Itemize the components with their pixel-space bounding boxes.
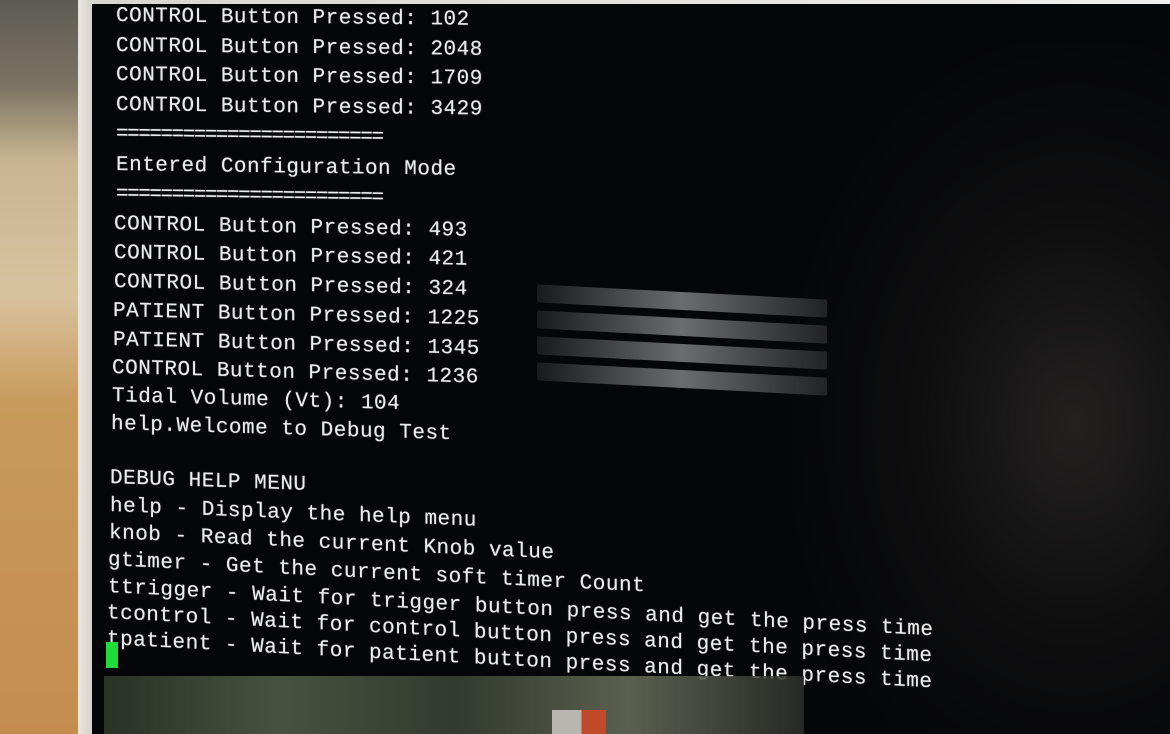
terminal-window[interactable]: CONTROL Button Pressed: 102 CONTROL Butt… [92,4,1170,734]
terminal-line: CONTROL Button Pressed: 324 [114,271,468,302]
terminal-line: CONTROL Button Pressed: 1709 [116,64,483,91]
reflected-object [552,710,606,734]
terminal-cursor[interactable] [106,642,118,668]
terminal-line: CONTROL Button Pressed: 102 [116,5,470,32]
terminal-line: PATIENT Button Pressed: 1225 [113,300,480,332]
terminal-output: CONTROL Button Pressed: 102 CONTROL Butt… [107,4,1156,694]
terminal-line: CONTROL Button Pressed: 421 [114,242,468,272]
terminal-separator: ======================== [116,123,383,150]
terminal-separator: ======================== [116,183,383,210]
terminal-line: DEBUG HELP MENU [110,467,307,497]
terminal-line: CONTROL Button Pressed: 2048 [116,35,483,62]
terminal-line: help.Welcome to Debug Test [111,413,452,447]
desk-below-screen [104,676,804,734]
terminal-line: CONTROL Button Pressed: 3429 [116,94,483,122]
terminal-line: Entered Configuration Mode [116,154,457,182]
terminal-line: CONTROL Button Pressed: 493 [114,213,468,243]
